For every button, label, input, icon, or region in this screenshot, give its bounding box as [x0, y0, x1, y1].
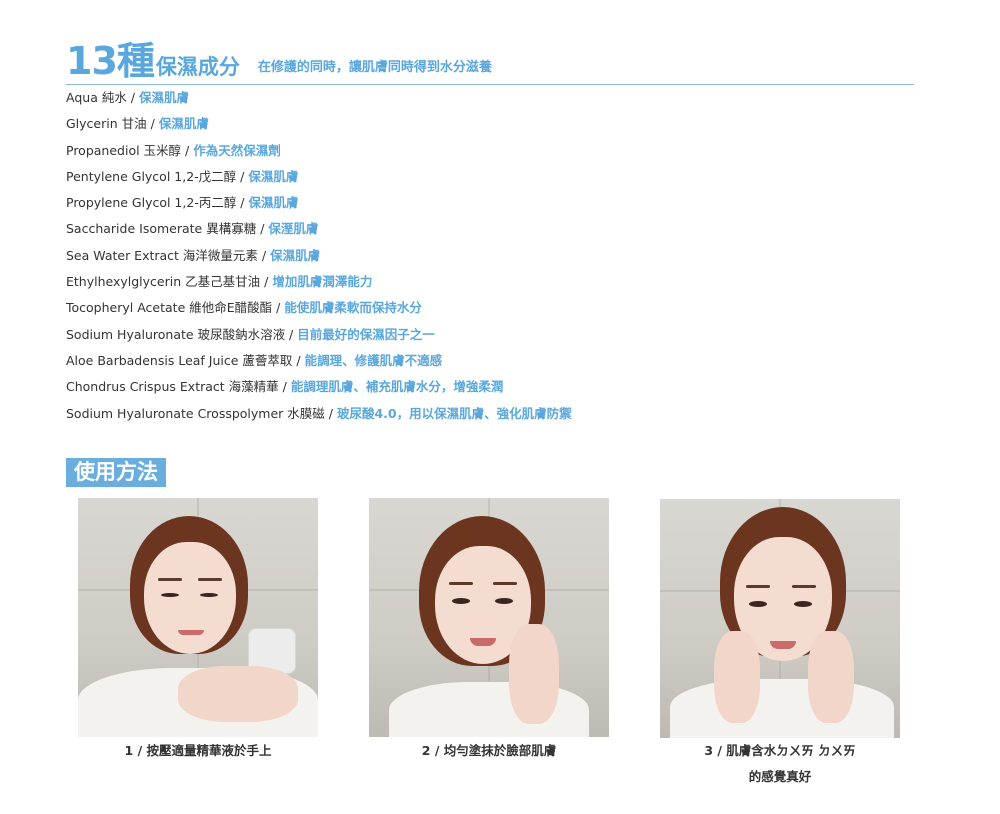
- section-title: 保濕成分: [155, 55, 240, 79]
- list-item: Pentylene Glycol 1,2-戊二醇 / 保濕肌膚: [66, 167, 572, 193]
- eye: [495, 598, 513, 604]
- eye: [794, 601, 812, 607]
- eyebrow: [158, 578, 182, 581]
- eye: [161, 593, 179, 597]
- shirt: [670, 679, 894, 738]
- ingredient-name: Aloe Barbadensis Leaf Juice 蘆薈萃取: [66, 352, 293, 368]
- eye: [200, 593, 218, 597]
- list-item: Aqua 純水 / 保濕肌膚: [66, 88, 572, 114]
- separator: /: [126, 90, 139, 105]
- separator: /: [236, 195, 249, 211]
- hand: [714, 631, 760, 723]
- ingredient-name: Saccharide Isomerate 異構寡糖: [66, 221, 257, 237]
- ingredient-desc: 保濕肌膚: [158, 116, 209, 132]
- ingredient-name: Aqua 純水: [66, 90, 127, 105]
- step-2-caption: 2 / 均勻塗抹於臉部肌膚: [421, 743, 557, 758]
- ingredient-name: Pentylene Glycol 1,2-戊二醇: [66, 168, 237, 184]
- header-divider: [66, 84, 914, 85]
- usage-title: 使用方法: [66, 458, 166, 487]
- ingredient-count: 13種: [66, 39, 155, 83]
- separator: /: [278, 379, 291, 395]
- step-3-caption: 3 / 肌膚含水ㄉㄨㄞ ㄉㄨㄞ: [704, 743, 856, 758]
- section-header: 13種 保濕成分 在修護的同時，讓肌膚同時得到水分滋養: [66, 30, 492, 83]
- eyebrow: [746, 585, 770, 588]
- separator: /: [285, 326, 298, 342]
- eye: [452, 598, 470, 604]
- ingredient-desc: 保濕肌膚: [248, 195, 299, 211]
- eyebrow: [449, 582, 473, 585]
- eyebrow: [493, 582, 517, 585]
- mouth: [178, 630, 204, 635]
- list-item: Propylene Glycol 1,2-丙二醇 / 保濕肌膚: [66, 193, 572, 219]
- list-item: Sodium Hyaluronate Crosspolymer 水膜磁 / 玻尿…: [66, 404, 572, 430]
- ingredient-desc: 增加肌膚潤澤能力: [272, 274, 373, 290]
- ingredient-name: Ethylhexylglycerin 乙基己基甘油: [66, 274, 261, 290]
- ingredient-desc: 目前最好的保濕因子之一: [297, 326, 435, 342]
- mouth: [770, 641, 796, 649]
- ingredient-name: Glycerin 甘油: [66, 116, 147, 132]
- step-3-photo: [660, 499, 900, 738]
- ingredient-desc: 能使肌膚柔軟而保持水分: [284, 300, 422, 316]
- ingredient-name: Propanediol 玉米醇: [66, 142, 182, 158]
- separator: /: [146, 116, 159, 132]
- section-subtitle: 在修護的同時，讓肌膚同時得到水分滋養: [257, 60, 492, 75]
- ingredient-name: Propylene Glycol 1,2-丙二醇: [66, 195, 237, 211]
- ingredient-desc: 能調理肌膚、補充肌膚水分，增強柔潤: [290, 379, 504, 395]
- list-item: Propanediol 玉米醇 / 作為天然保濕劑: [66, 141, 572, 167]
- mouth: [470, 638, 496, 646]
- separator: /: [181, 142, 194, 158]
- ingredient-name: Sea Water Extract 海洋微量元素: [66, 247, 258, 263]
- eye: [749, 601, 767, 607]
- shirt: [389, 682, 589, 737]
- ingredient-list: Aqua 純水 / 保濕肌膚 Glycerin 甘油 / 保濕肌膚 Propan…: [66, 88, 572, 430]
- list-item: Saccharide Isomerate 異構寡糖 / 保溼肌膚: [66, 219, 572, 245]
- ingredient-desc: 作為天然保濕劑: [193, 142, 281, 158]
- hand: [509, 624, 559, 724]
- separator: /: [324, 405, 337, 421]
- list-item: Ethylhexylglycerin 乙基己基甘油 / 增加肌膚潤澤能力: [66, 272, 572, 298]
- list-item: Tocopheryl Acetate 維他命E醋酸酯 / 能使肌膚柔軟而保持水分: [66, 298, 572, 324]
- eyebrow: [792, 585, 816, 588]
- hand: [808, 631, 854, 723]
- ingredient-desc: 玻尿酸4.0，用以保濕肌膚、強化肌膚防禦: [336, 405, 572, 421]
- eyebrow: [198, 578, 222, 581]
- step-1-caption: 1 / 按壓適量精華液於手上: [124, 743, 272, 758]
- ingredient-desc: 保濕肌膚: [139, 90, 190, 105]
- separator: /: [236, 168, 249, 184]
- ingredient-name: Tocopheryl Acetate 維他命E醋酸酯: [66, 300, 273, 316]
- step-3-caption-line2: 的感覺真好: [748, 769, 812, 784]
- ingredient-desc: 保濕肌膚: [248, 168, 299, 184]
- step-2-photo: [369, 498, 609, 737]
- step-1-photo: [78, 498, 318, 737]
- separator: /: [257, 247, 271, 263]
- ingredient-name: Sodium Hyaluronate Crosspolymer 水膜磁: [66, 405, 325, 421]
- list-item: Glycerin 甘油 / 保濕肌膚: [66, 114, 572, 140]
- ingredient-name: Sodium Hyaluronate 玻尿酸鈉水溶液: [66, 326, 286, 342]
- separator: /: [272, 300, 285, 316]
- ingredient-desc: 保濕肌膚: [270, 247, 321, 263]
- face: [144, 542, 236, 654]
- separator: /: [292, 352, 305, 368]
- separator: /: [256, 221, 269, 237]
- list-item: Sodium Hyaluronate 玻尿酸鈉水溶液 / 目前最好的保濕因子之一: [66, 325, 572, 351]
- separator: /: [260, 274, 273, 290]
- ingredient-name: Chondrus Crispus Extract 海藻精華: [66, 379, 279, 395]
- list-item: Sea Water Extract 海洋微量元素 / 保濕肌膚: [66, 246, 572, 272]
- list-item: Aloe Barbadensis Leaf Juice 蘆薈萃取 / 能調理、修…: [66, 351, 572, 377]
- ingredient-desc: 保溼肌膚: [268, 221, 319, 237]
- list-item: Chondrus Crispus Extract 海藻精華 / 能調理肌膚、補充…: [66, 377, 572, 403]
- ingredient-desc: 能調理、修護肌膚不適感: [304, 352, 443, 368]
- hand: [178, 666, 298, 722]
